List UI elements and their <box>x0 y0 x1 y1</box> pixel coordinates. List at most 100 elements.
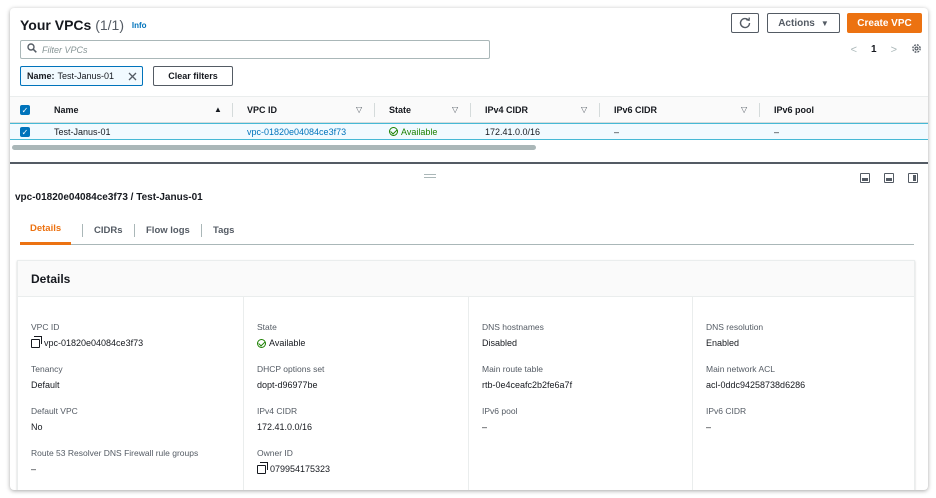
filter-vpcs-input[interactable]: Filter VPCs <box>20 40 490 59</box>
tab-details[interactable]: Details <box>20 215 72 245</box>
field-ipv4-cidr: IPv4 CIDR 172.41.0.0/16 <box>257 406 467 432</box>
row-ipv6-cidr: – <box>614 126 620 137</box>
field-value: Enabled <box>706 338 740 348</box>
prev-page-button[interactable]: < <box>851 44 857 56</box>
field-label: Owner ID <box>257 448 293 458</box>
vpc-id-value: vpc-01820e04084ce3f73 <box>44 338 144 348</box>
token-key: Name: <box>27 71 55 81</box>
tab-divider <box>82 224 83 237</box>
field-main-route-table: Main route table rtb-0e4ceafc2b2fe6a7f <box>482 364 692 390</box>
tab-divider <box>201 224 202 237</box>
field-value: No <box>31 422 43 432</box>
sort-icon[interactable]: ▽ <box>741 105 747 114</box>
field-value: – <box>706 422 712 432</box>
refresh-button[interactable] <box>731 13 759 33</box>
column-divider <box>599 103 600 117</box>
field-label: Default VPC <box>31 406 78 416</box>
column-header-name[interactable]: Name <box>54 97 79 122</box>
refresh-icon <box>739 17 751 29</box>
field-dns-hostnames: DNS hostnames Disabled <box>482 322 692 348</box>
details-column-3: DNS hostnames Disabled Main route table … <box>468 297 692 490</box>
actions-label: Actions <box>778 17 815 29</box>
horizontal-scrollbar[interactable] <box>12 145 536 150</box>
row-state: Available <box>389 124 437 139</box>
field-value: Available <box>257 338 467 348</box>
sort-icon[interactable]: ▽ <box>356 105 362 114</box>
field-ipv6-cidr: IPv6 CIDR – <box>706 406 916 432</box>
state-value: Available <box>269 338 306 348</box>
resize-handle-icon[interactable] <box>424 174 436 178</box>
info-link[interactable]: Info <box>132 21 147 30</box>
column-divider <box>374 103 375 117</box>
column-header-ipv4-cidr[interactable]: IPv4 CIDR <box>485 97 528 122</box>
filter-placeholder: Filter VPCs <box>42 44 88 55</box>
detail-tabs: Details CIDRs Flow logs Tags <box>20 215 914 245</box>
create-vpc-button[interactable]: Create VPC <box>847 13 922 33</box>
row-ipv4-cidr: 172.41.0.0/16 <box>485 126 541 137</box>
pagination: < 1 > <box>851 40 922 59</box>
field-dns-resolution: DNS resolution Enabled <box>706 322 916 348</box>
field-ipv6-pool: IPv6 pool – <box>482 406 692 432</box>
details-column-4: DNS resolution Enabled Main network ACL … <box>692 297 914 490</box>
layout-bottom-alt-icon[interactable] <box>884 173 894 183</box>
row-state-text: Available <box>401 126 438 137</box>
field-value: – <box>482 422 488 432</box>
tab-flow-logs[interactable]: Flow logs <box>136 215 200 245</box>
details-container: Details VPC ID vpc-01820e04084ce3f73 Ten… <box>17 260 915 490</box>
field-label: DNS resolution <box>706 322 764 332</box>
details-title: Details <box>31 272 71 286</box>
status-available-icon <box>389 127 398 136</box>
sort-icon[interactable]: ▽ <box>452 105 458 114</box>
row-checkbox[interactable]: ✓ <box>20 127 30 137</box>
column-header-ipv6-cidr[interactable]: IPv6 CIDR <box>614 97 657 122</box>
layout-bottom-icon[interactable] <box>860 173 870 183</box>
network-acl-link[interactable]: acl-0ddc94258738d6286 <box>706 380 916 390</box>
field-owner-id: Owner ID 079954175323 <box>257 448 467 474</box>
details-header: Details <box>18 261 914 297</box>
vpc-console-window: Your VPCs (1/1) Info Actions ▼ Create VP… <box>10 8 928 490</box>
page-title-text: Your VPCs <box>20 17 92 33</box>
sort-ascending-icon[interactable]: ▲ <box>214 105 222 114</box>
field-tenancy: Tenancy Default <box>31 364 241 390</box>
table-row[interactable]: ✓ Test-Janus-01 vpc-01820e04084ce3f73 Av… <box>10 123 928 140</box>
tab-divider <box>134 224 135 237</box>
field-label: Main route table <box>482 364 543 374</box>
column-header-state[interactable]: State <box>389 97 411 122</box>
field-label: VPC ID <box>31 322 60 332</box>
actions-dropdown[interactable]: Actions ▼ <box>767 13 840 33</box>
sort-icon[interactable]: ▽ <box>581 105 587 114</box>
close-icon[interactable] <box>128 69 137 84</box>
field-dns-firewall: Route 53 Resolver DNS Firewall rule grou… <box>31 448 241 474</box>
row-vpc-id-link[interactable]: vpc-01820e04084ce3f73 <box>247 124 346 139</box>
page-title: Your VPCs (1/1) Info <box>20 17 147 33</box>
current-page[interactable]: 1 <box>871 44 877 55</box>
vpc-count: (1/1) <box>95 17 124 33</box>
field-value: – <box>31 464 37 474</box>
select-all-checkbox[interactable]: ✓ <box>20 105 30 115</box>
field-vpc-id: VPC ID vpc-01820e04084ce3f73 <box>31 322 241 348</box>
tab-tags[interactable]: Tags <box>203 215 244 245</box>
next-page-button[interactable]: > <box>891 44 897 56</box>
column-header-ipv6-pool[interactable]: IPv6 pool <box>774 97 814 122</box>
gear-icon[interactable] <box>911 43 922 57</box>
field-default-vpc: Default VPC No <box>31 406 241 432</box>
copy-icon[interactable] <box>31 335 42 348</box>
filter-token: Name: Test-Janus-01 <box>20 66 143 86</box>
copy-icon[interactable] <box>257 461 268 474</box>
field-value: Default <box>31 380 60 390</box>
field-value: Disabled <box>482 338 518 348</box>
split-panel-divider <box>10 162 928 164</box>
field-value: 172.41.0.0/16 <box>257 422 313 432</box>
column-header-vpc-id[interactable]: VPC ID <box>247 97 277 122</box>
clear-filters-button[interactable]: Clear filters <box>153 66 233 86</box>
field-label: State <box>257 322 277 332</box>
column-divider <box>232 103 233 117</box>
dhcp-options-link[interactable]: dopt-d96977be <box>257 380 467 390</box>
owner-id-value: 079954175323 <box>270 464 331 474</box>
status-available-icon <box>257 338 266 348</box>
layout-side-icon[interactable] <box>908 173 918 183</box>
row-ipv6-pool: – <box>774 126 780 137</box>
route-table-link[interactable]: rtb-0e4ceafc2b2fe6a7f <box>482 380 692 390</box>
tab-cidrs[interactable]: CIDRs <box>84 215 133 245</box>
field-label: Route 53 Resolver DNS Firewall rule grou… <box>31 448 199 458</box>
